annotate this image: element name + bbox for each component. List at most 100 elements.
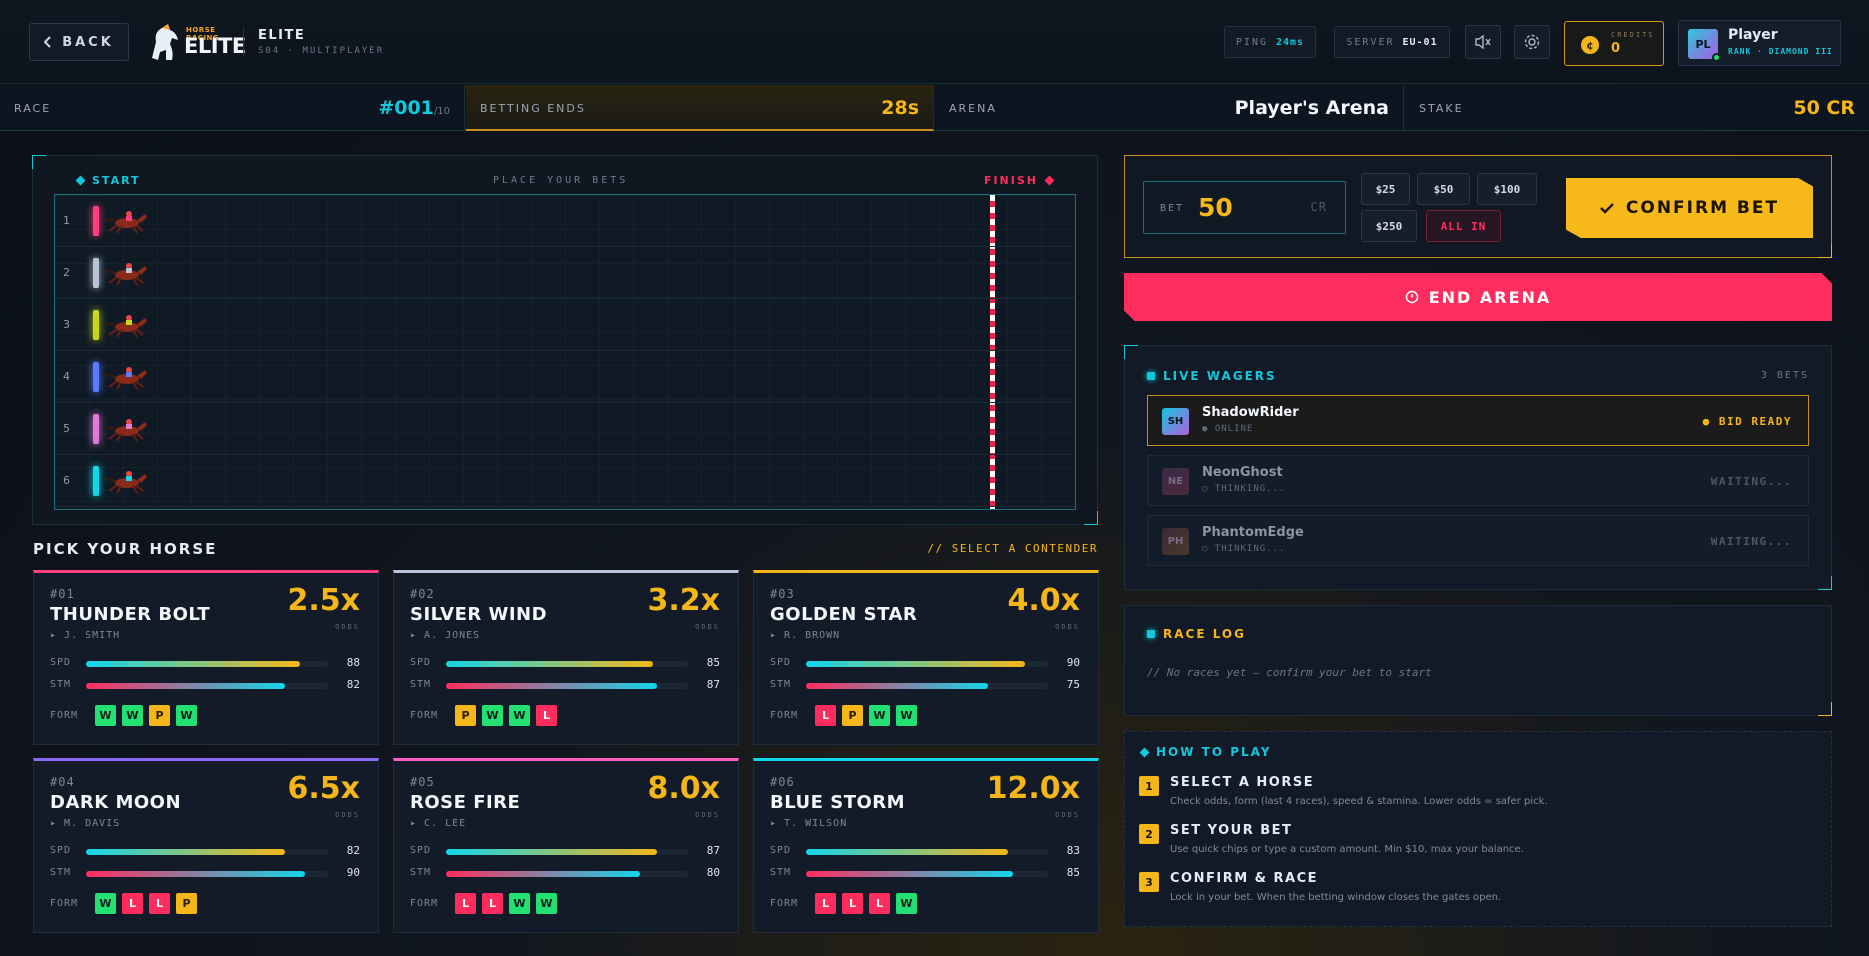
how-to-play-label: HOW TO PLAY — [1156, 745, 1272, 759]
mute-button[interactable] — [1465, 25, 1501, 59]
quick-chip-250[interactable]: $250 — [1361, 210, 1417, 242]
speed-bar-fill — [86, 661, 300, 667]
player-name: Player — [1728, 27, 1778, 43]
end-arena-button[interactable]: END ARENA — [1124, 273, 1832, 321]
stamina-label: STM — [50, 867, 72, 878]
horse-name: GOLDEN STAR — [770, 604, 918, 625]
avatar-initials: PH — [1167, 536, 1184, 547]
stamina-bar-fill — [86, 683, 286, 689]
horse-card[interactable]: #01 THUNDER BOLT ▸ J. SMITH 2.5x ODDS SPD 88 ST… — [33, 570, 379, 745]
how-to-play-title: HOW TO PLAY — [1139, 745, 1272, 759]
speed-value: 88 — [346, 656, 360, 669]
form-badge: P — [455, 705, 476, 726]
form-badge: L — [122, 893, 143, 914]
corner-accent — [1084, 511, 1098, 525]
form-badge: L — [455, 893, 476, 914]
avatar: PL — [1688, 29, 1721, 62]
race-log-panel: RACE LOG // No races yet — confirm your … — [1124, 605, 1832, 716]
pick-hint: // SELECT A CONTENDER — [927, 542, 1098, 555]
stamina-label: STM — [410, 867, 432, 878]
starting-gate — [93, 466, 99, 496]
lane-number: 3 — [63, 318, 70, 331]
wager-avatar: SH — [1162, 408, 1189, 435]
settings-button[interactable] — [1514, 25, 1550, 59]
step-number: 1 — [1139, 776, 1159, 796]
step-title: SELECT A HORSE — [1170, 775, 1315, 790]
speed-label: SPD — [410, 845, 432, 856]
horse-card[interactable]: #02 SILVER WIND ▸ A. JONES 3.2x ODDS SPD 85 STM… — [393, 570, 739, 745]
back-button[interactable]: BACK — [29, 23, 129, 61]
stake-info: STAKE 50 CR — [1405, 85, 1869, 131]
horse-card[interactable]: #05 ROSE FIRE ▸ C. LEE 8.0x ODDS SPD 87 STM 80 FO… — [393, 758, 739, 933]
bet-amount-input[interactable]: BET 50 CR — [1143, 181, 1346, 234]
horse-card[interactable]: #04 DARK MOON ▸ M. DAVIS 6.5x ODDS SPD 82 STM 90… — [33, 758, 379, 933]
game-title: ELITE — [258, 28, 306, 43]
odds-label: ODDS — [695, 811, 720, 819]
form-badge: W — [509, 893, 530, 914]
lane-number: 5 — [63, 422, 70, 435]
divider — [243, 28, 244, 56]
horse-card[interactable]: #03 GOLDEN STAR ▸ R. BROWN 4.0x ODDS SPD 90 STM… — [753, 570, 1099, 745]
stamina-value: 87 — [706, 678, 720, 691]
square-bullet-icon — [1147, 630, 1155, 638]
odds-label: ODDS — [695, 623, 720, 631]
confirm-bet-button[interactable]: CONFIRM BET — [1566, 178, 1813, 238]
race-log-label: RACE LOG — [1163, 627, 1246, 641]
all-in-button[interactable]: ALL IN — [1426, 210, 1501, 242]
horse-id: #06 — [770, 775, 795, 789]
credits-label: CREDITS — [1611, 31, 1655, 39]
step-title: CONFIRM & RACE — [1170, 871, 1319, 886]
ping-label: PING — [1235, 36, 1268, 48]
horse-id: #02 — [410, 587, 435, 601]
bet-value: 50 — [1198, 193, 1233, 222]
race-value: #001/10 — [378, 97, 450, 119]
stamina-label: STM — [770, 867, 792, 878]
speed-bar — [806, 661, 1049, 667]
confirm-label: CONFIRM BET — [1625, 198, 1780, 218]
logo-text: ELITE — [184, 34, 246, 58]
speed-bar-fill — [446, 661, 653, 667]
race-lane: 2 — [55, 247, 1075, 299]
finish-label: FINISH — [983, 174, 1038, 187]
player-profile[interactable]: PL Player RANK · DIAMOND III — [1678, 20, 1841, 66]
speed-label: SPD — [410, 657, 432, 668]
stamina-bar — [446, 871, 689, 877]
quick-chip-100[interactable]: $100 — [1477, 173, 1537, 205]
form-label: FORM — [410, 710, 439, 721]
credits-value: 0 — [1611, 41, 1621, 56]
wager-status: ○ THINKING... — [1202, 544, 1286, 554]
step-description: Check odds, form (last 4 races), speed &… — [1170, 796, 1548, 807]
wager-count: 3 BETS — [1760, 370, 1809, 381]
horse-name: THUNDER BOLT — [50, 604, 211, 625]
stake-label: STAKE — [1419, 102, 1464, 115]
chip-label: $250 — [1375, 219, 1403, 233]
quick-chip-25[interactable]: $25 — [1361, 173, 1410, 205]
stamina-value: 82 — [346, 678, 360, 691]
speed-label: SPD — [770, 657, 792, 668]
wager-row: NE NeonGhost ○ THINKING... WAITING... — [1147, 455, 1809, 506]
horse-id: #05 — [410, 775, 435, 789]
stamina-bar — [806, 683, 1049, 689]
arena-info: ARENA Player's Arena — [935, 85, 1404, 131]
form-label: FORM — [770, 898, 799, 909]
jockey-name: ▸ T. WILSON — [770, 818, 848, 829]
speed-bar — [86, 661, 329, 667]
race-lane: 5 — [55, 403, 1075, 455]
quick-chip-50[interactable]: $50 — [1417, 173, 1470, 205]
speed-bar — [86, 849, 329, 855]
stamina-value: 80 — [706, 866, 720, 879]
form-badge: L — [536, 705, 557, 726]
stake-value: 50 CR — [1793, 97, 1855, 119]
horse-card[interactable]: #06 BLUE STORM ▸ T. WILSON 12.0x ODDS SPD 83 ST… — [753, 758, 1099, 933]
speed-bar — [806, 849, 1049, 855]
server-indicator: SERVER EU-01 — [1334, 26, 1450, 58]
lane-number: 6 — [63, 474, 70, 487]
starting-gate — [93, 310, 99, 340]
jockey-name: ▸ J. SMITH — [50, 630, 121, 641]
betting-countdown: 28s — [881, 97, 919, 119]
avatar-initials: PL — [1695, 37, 1711, 51]
live-wagers-label: LIVE WAGERS — [1163, 369, 1277, 383]
arena-name: Player's Arena — [1234, 97, 1389, 119]
form-badge: W — [482, 705, 503, 726]
stamina-bar — [86, 683, 329, 689]
